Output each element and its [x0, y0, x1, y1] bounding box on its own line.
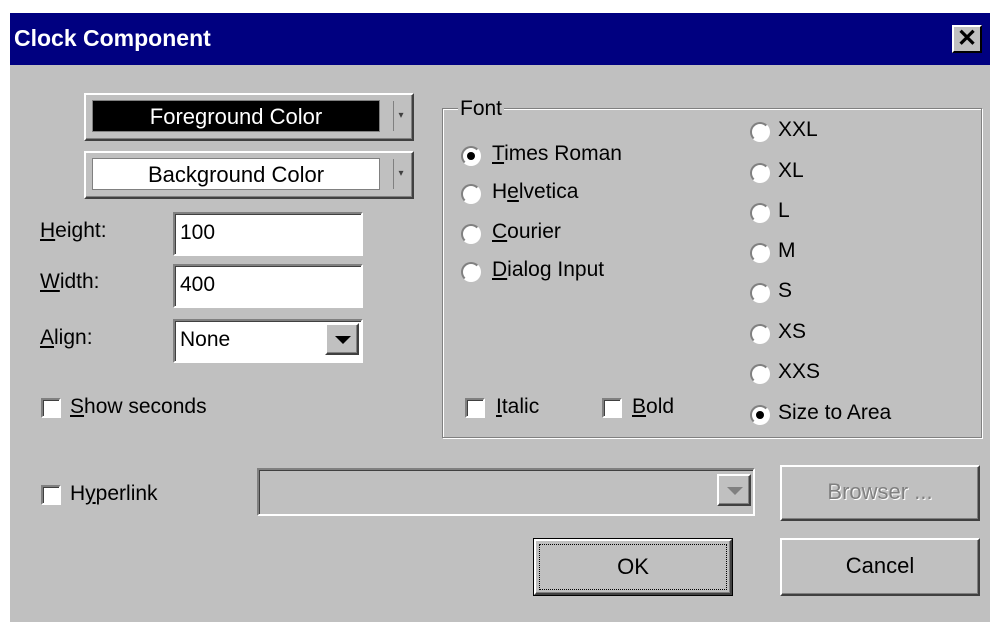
size-xl-radio[interactable] [750, 163, 770, 183]
ok-button-label: OK [617, 554, 649, 579]
window-title: Clock Component [14, 25, 211, 51]
clock-component-dialog: Clock Component ✕ Foreground Color ▾ Bac… [10, 13, 990, 622]
browser-button-label: Browser ... [827, 479, 933, 504]
hyperlink-checkbox[interactable] [41, 485, 61, 505]
font-group-label: Font [458, 97, 505, 121]
show-seconds-label[interactable]: Show seconds [70, 395, 207, 419]
ok-button[interactable]: OK [533, 538, 733, 596]
size-m-radio[interactable] [750, 243, 770, 263]
size-xxs-radio[interactable] [750, 364, 770, 384]
background-color-picker[interactable]: Background Color ▾ [84, 151, 414, 199]
font-times-roman-radio[interactable] [461, 146, 481, 166]
font-helvetica-radio[interactable] [461, 184, 481, 204]
size-xs-radio[interactable] [750, 324, 770, 344]
chevron-down-icon [727, 487, 743, 495]
hyperlink-url-combo[interactable] [257, 468, 755, 516]
size-xxl-label[interactable]: XXL [778, 118, 818, 142]
width-input[interactable]: 400 [173, 264, 363, 308]
size-l-radio[interactable] [750, 203, 770, 223]
align-selected-value: None [180, 328, 231, 351]
height-label: Height: [40, 219, 107, 242]
size-to-area-label[interactable]: Size to Area [778, 401, 891, 425]
font-times-roman-label[interactable]: Times Roman [492, 142, 622, 166]
browser-button[interactable]: Browser ... [780, 465, 980, 521]
size-s-label[interactable]: S [778, 279, 792, 303]
size-m-label[interactable]: M [778, 239, 796, 263]
show-seconds-checkbox[interactable] [41, 398, 61, 418]
font-courier-label[interactable]: Courier [492, 220, 561, 244]
close-button[interactable]: ✕ [952, 25, 982, 53]
bold-label[interactable]: Bold [632, 395, 674, 419]
cancel-button-label: Cancel [845, 553, 915, 578]
align-dropdown-button[interactable] [325, 323, 359, 355]
size-xs-label[interactable]: XS [778, 320, 806, 344]
size-s-radio[interactable] [750, 283, 770, 303]
cancel-button[interactable]: Cancel [780, 538, 980, 596]
title-bar[interactable]: Clock Component ✕ [10, 13, 990, 65]
size-xl-label[interactable]: XL [778, 159, 804, 183]
height-input[interactable]: 100 [173, 212, 363, 256]
chevron-down-icon [335, 336, 351, 344]
italic-label[interactable]: Italic [496, 395, 539, 419]
font-helvetica-label[interactable]: Helvetica [492, 180, 578, 204]
close-icon: ✕ [956, 25, 978, 52]
foreground-color-picker[interactable]: Foreground Color ▾ [84, 93, 414, 141]
hyperlink-label[interactable]: Hyperlink [70, 482, 158, 506]
foreground-dropdown-icon[interactable]: ▾ [393, 101, 408, 131]
font-dialog-input-label[interactable]: Dialog Input [492, 258, 604, 282]
align-label: Align: [40, 326, 93, 349]
size-xxl-radio[interactable] [750, 122, 770, 142]
font-courier-radio[interactable] [461, 224, 481, 244]
size-l-label[interactable]: L [778, 199, 790, 223]
font-dialog-input-radio[interactable] [461, 262, 481, 282]
italic-checkbox[interactable] [465, 398, 485, 418]
background-color-label: Background Color [92, 158, 380, 190]
size-to-area-radio[interactable] [750, 405, 770, 425]
bold-checkbox[interactable] [602, 398, 622, 418]
background-dropdown-icon[interactable]: ▾ [393, 159, 408, 189]
size-xxs-label[interactable]: XXS [778, 360, 820, 384]
hyperlink-dropdown-button[interactable] [717, 474, 751, 506]
foreground-color-label: Foreground Color [92, 100, 380, 132]
width-label: Width: [40, 270, 100, 293]
